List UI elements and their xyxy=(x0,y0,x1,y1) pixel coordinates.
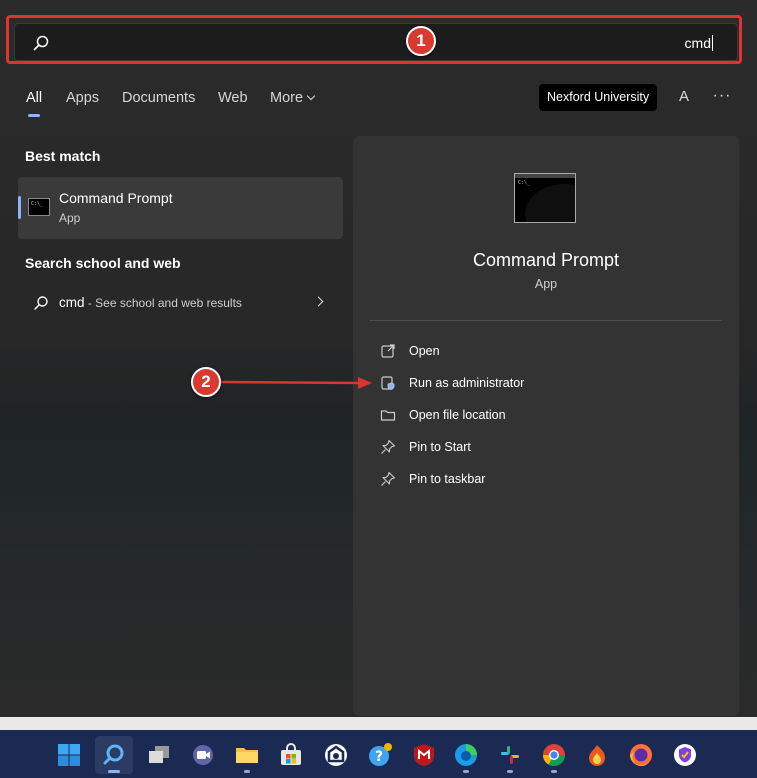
store-icon[interactable] xyxy=(272,736,310,774)
chevron-right-icon xyxy=(313,296,324,307)
help-icon[interactable]: ? xyxy=(361,736,399,774)
organization-button[interactable]: Nexford University xyxy=(539,84,658,111)
mcafee-icon[interactable] xyxy=(405,736,443,774)
tab-more[interactable]: More xyxy=(270,90,316,106)
details-pane: C:\_ Command Prompt App Open Run as admi… xyxy=(353,136,739,716)
browser-icon[interactable] xyxy=(317,736,355,774)
edge-icon[interactable] xyxy=(447,736,485,774)
windows-start-icon[interactable] xyxy=(50,736,88,774)
action-open-file-location[interactable]: Open file location xyxy=(373,402,713,428)
action-label: Open file location xyxy=(409,408,506,422)
command-prompt-icon: C:\_ xyxy=(28,198,50,216)
details-subtitle: App xyxy=(534,277,558,291)
chrome-icon[interactable] xyxy=(535,736,573,774)
search-highlight-box xyxy=(6,15,742,64)
action-label: Run as administrator xyxy=(409,376,525,390)
open-icon xyxy=(381,344,395,358)
divider xyxy=(369,320,722,321)
vpn-icon[interactable] xyxy=(666,736,704,774)
chevron-down-icon xyxy=(306,91,316,101)
selection-accent xyxy=(18,196,21,219)
tab-more-label: More xyxy=(270,90,304,106)
best-match-subtitle: App xyxy=(59,211,81,225)
slack-icon[interactable] xyxy=(491,736,529,774)
folder-icon xyxy=(380,410,396,421)
task-view-icon[interactable] xyxy=(140,736,178,774)
command-prompt-large-icon: C:\_ xyxy=(514,173,576,223)
action-run-as-administrator[interactable]: Run as administrator xyxy=(373,370,713,396)
action-label: Open xyxy=(409,344,440,358)
web-result-item[interactable]: cmd - See school and web results xyxy=(18,288,343,318)
action-pin-to-taskbar[interactable]: Pin to taskbar xyxy=(373,466,713,492)
tab-web[interactable]: Web xyxy=(218,90,248,106)
tab-documents[interactable]: Documents xyxy=(122,90,195,106)
callout-arrow xyxy=(220,377,372,389)
pin-icon xyxy=(381,439,396,454)
firefox-icon[interactable] xyxy=(622,736,660,774)
teams-chat-icon[interactable] xyxy=(184,736,222,774)
file-explorer-icon[interactable] xyxy=(228,736,266,774)
best-match-item[interactable]: C:\_ Command Prompt App xyxy=(18,177,343,239)
best-match-heading: Best match xyxy=(25,148,101,164)
web-result-query: cmd xyxy=(59,295,85,310)
web-result-text: cmd - See school and web results xyxy=(59,295,242,310)
taskbar-search-icon[interactable] xyxy=(95,736,133,774)
best-match-title: Command Prompt xyxy=(59,190,173,206)
tab-apps[interactable]: Apps xyxy=(66,90,99,106)
callout-badge-2: 2 xyxy=(191,367,221,397)
action-label: Pin to Start xyxy=(409,440,471,454)
callout-badge-1: 1 xyxy=(406,26,436,56)
taskbar: ? xyxy=(0,730,757,778)
avatar[interactable]: A xyxy=(673,86,695,108)
tab-selected-indicator xyxy=(28,114,40,117)
action-open[interactable]: Open xyxy=(373,338,713,364)
web-result-suffix: - See school and web results xyxy=(84,296,242,310)
pin-icon xyxy=(381,471,396,486)
action-pin-to-start[interactable]: Pin to Start xyxy=(373,434,713,460)
tab-all[interactable]: All xyxy=(26,90,42,106)
shield-icon xyxy=(381,376,395,390)
more-options-icon[interactable]: ··· xyxy=(712,87,732,107)
desktop-strip xyxy=(0,717,757,730)
svg-text:?: ? xyxy=(375,749,383,765)
action-label: Pin to taskbar xyxy=(409,472,486,486)
school-web-heading: Search school and web xyxy=(25,255,181,271)
search-icon xyxy=(34,296,48,310)
app-icon[interactable] xyxy=(578,736,616,774)
details-title: Command Prompt xyxy=(472,250,620,270)
